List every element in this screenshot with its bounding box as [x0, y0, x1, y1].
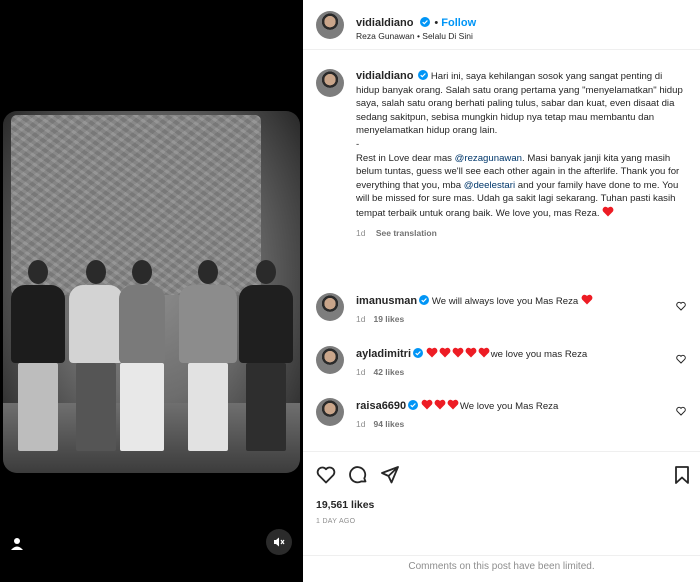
like-comment-icon[interactable]	[676, 301, 686, 311]
verified-icon	[419, 295, 430, 305]
comment-text: imanusman We will always love you Mas Re…	[356, 294, 676, 307]
mute-icon	[274, 537, 285, 547]
red-heart-emoji	[447, 399, 459, 410]
comment-text: raisa6690 We love you Mas Reza	[356, 399, 676, 412]
caption-age: 1d	[356, 227, 366, 238]
red-heart-emoji	[421, 399, 433, 410]
comments-limited-text: Comments on this post have been limited.	[408, 561, 595, 572]
person-figure	[11, 260, 65, 451]
red-heart-emoji	[426, 347, 438, 358]
comment-username[interactable]: imanusman	[356, 295, 417, 307]
mention-link[interactable]: @rezagunawan	[455, 153, 522, 164]
red-heart-emoji	[478, 347, 490, 358]
red-heart-emoji	[602, 206, 614, 217]
avatar[interactable]	[316, 69, 344, 97]
comment-body: We will always love you Mas Reza	[431, 296, 579, 307]
post-panel: vidialdiano • Follow Reza Gunawan • Sela…	[303, 0, 700, 582]
post-date: 1 DAY AGO	[316, 518, 356, 525]
comment-likes[interactable]: 42 likes	[373, 367, 404, 377]
comment-likes[interactable]: 94 likes	[373, 419, 404, 429]
post-media[interactable]	[0, 0, 303, 582]
post-header: vidialdiano • Follow Reza Gunawan • Sela…	[303, 0, 700, 50]
avatar[interactable]	[316, 398, 344, 426]
bookmark-icon[interactable]	[672, 465, 692, 485]
verified-icon	[413, 348, 424, 358]
verified-icon	[408, 400, 419, 410]
avatar[interactable]	[316, 293, 344, 321]
avatar[interactable]	[316, 11, 344, 39]
red-heart-emoji	[439, 347, 451, 358]
like-comment-icon[interactable]	[676, 354, 686, 364]
person-figure	[119, 260, 165, 451]
red-heart-emoji	[434, 399, 446, 410]
red-heart-emoji	[465, 347, 477, 358]
caption-username[interactable]: vidialdiano	[356, 70, 413, 82]
post-subtitle[interactable]: Reza Gunawan • Selalu Di Sini	[356, 31, 473, 41]
like-count[interactable]: 19,561 likes	[316, 499, 374, 511]
follow-button[interactable]: Follow	[441, 17, 476, 29]
author-username[interactable]: vidialdiano	[356, 17, 413, 29]
comment-text: ayladimitri we love you mas Reza	[356, 347, 676, 360]
post-caption: vidialdiano Hari ini, saya kehilangan so…	[356, 70, 686, 240]
avatar[interactable]	[316, 346, 344, 374]
comment-age: 1d	[356, 367, 366, 377]
mention-link[interactable]: @deelestari	[464, 180, 515, 191]
comments-limited-notice: Comments on this post have been limited.	[303, 555, 700, 572]
verified-icon	[419, 17, 430, 27]
heart-icon[interactable]	[316, 465, 336, 485]
comment-body: we love you mas Reza	[490, 349, 588, 360]
user-tag-icon[interactable]	[10, 537, 24, 551]
post-photo	[3, 111, 300, 473]
like-comment-icon[interactable]	[676, 406, 686, 416]
comment-body: We love you Mas Reza	[459, 401, 559, 412]
mute-button[interactable]	[266, 529, 292, 555]
comment-icon[interactable]	[348, 465, 368, 485]
comment-username[interactable]: raisa6690	[356, 400, 406, 412]
red-heart-emoji	[581, 294, 593, 305]
share-icon[interactable]	[380, 465, 400, 485]
verified-icon	[418, 70, 429, 80]
see-translation-link[interactable]: See translation	[376, 228, 437, 238]
comment-likes[interactable]: 19 likes	[373, 314, 404, 324]
red-heart-emoji	[452, 347, 464, 358]
comment-username[interactable]: ayladimitri	[356, 348, 411, 360]
person-figure	[69, 260, 123, 451]
comment-age: 1d	[356, 314, 366, 324]
caption-text-1: Rest in Love dear mas	[356, 152, 455, 164]
person-figure	[239, 260, 293, 451]
comment-age: 1d	[356, 419, 366, 429]
person-figure	[179, 260, 237, 451]
caption-separator: -	[356, 138, 360, 150]
